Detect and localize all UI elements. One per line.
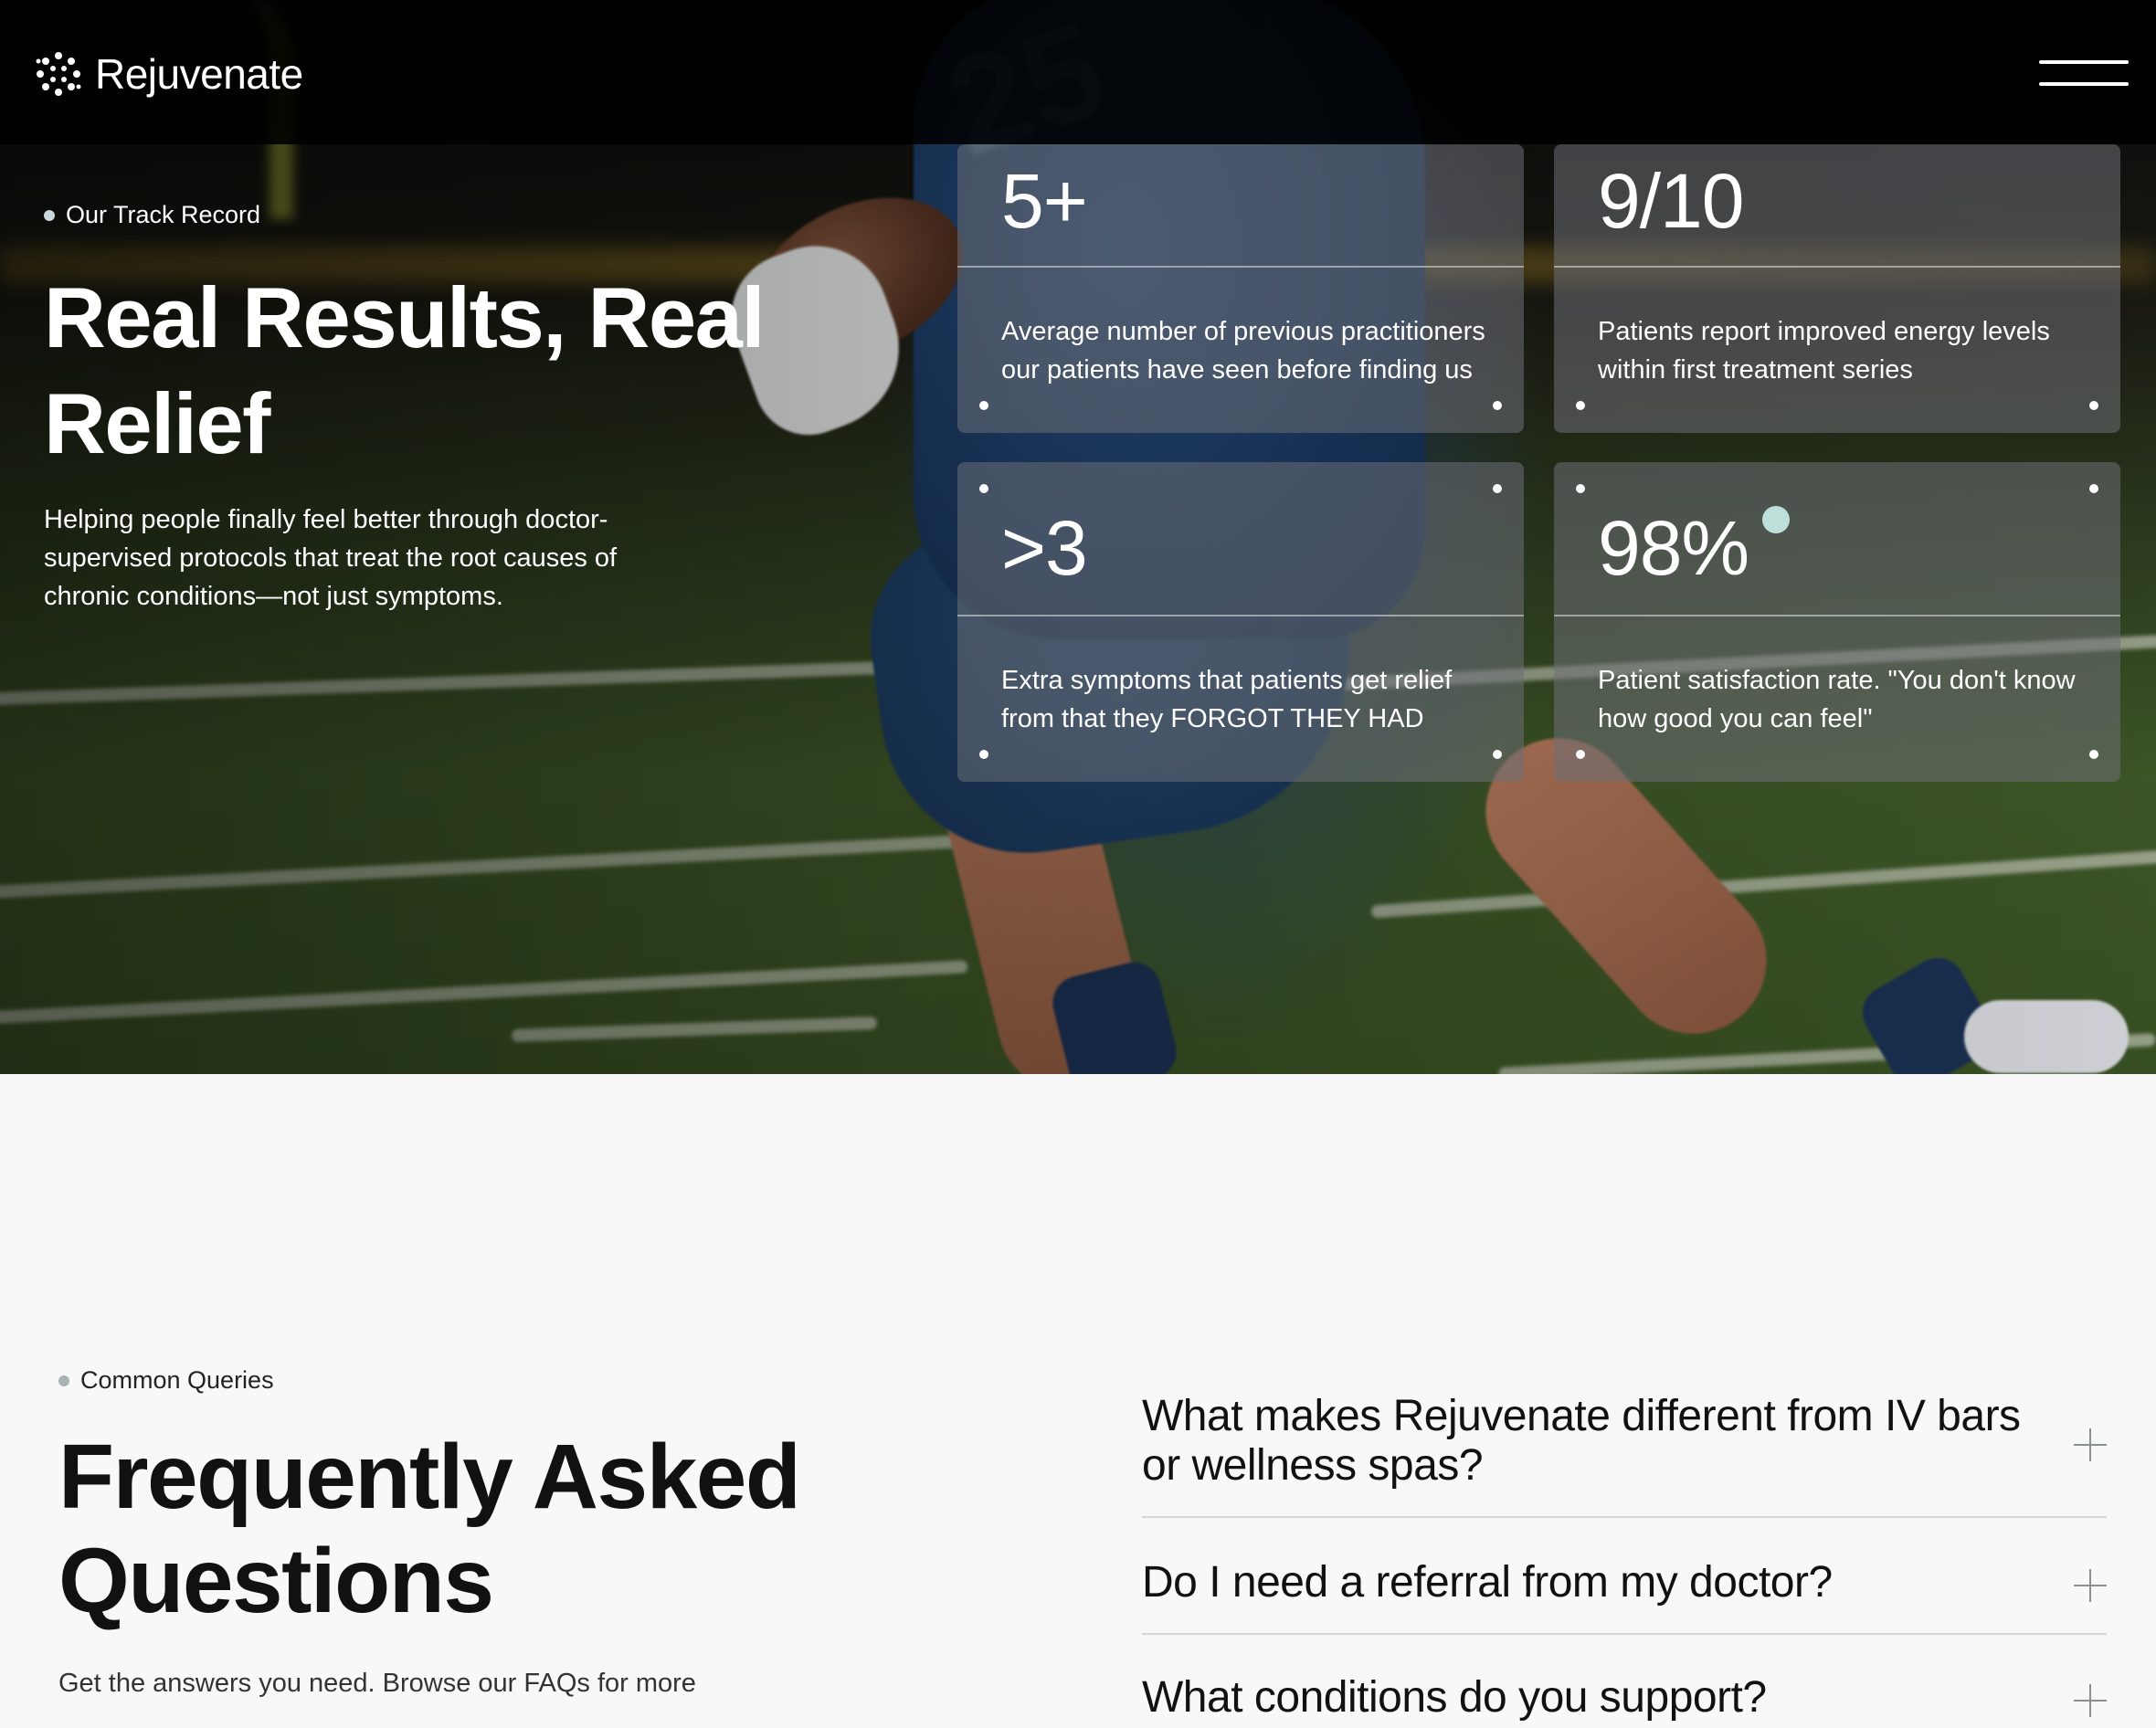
faq-question-2[interactable]: Do I need a referral from my doctor? xyxy=(1142,1558,2107,1613)
faq-title: Frequently Asked Questions xyxy=(58,1426,801,1632)
plus-icon[interactable] xyxy=(2074,1684,2107,1717)
corner-dot-icon xyxy=(979,750,988,759)
hero-subtitle: Helping people finally feel better throu… xyxy=(44,505,618,611)
bullet-dot-icon xyxy=(44,209,55,221)
stat-card: >3 Extra symptoms that patients get reli… xyxy=(957,462,1524,782)
hero-eyebrow: Our Track Record xyxy=(44,201,260,229)
corner-dot-icon xyxy=(2089,750,2098,759)
brand-logo-link[interactable]: Rejuvenate xyxy=(35,49,303,99)
card-divider xyxy=(1554,266,2120,268)
stat-card: 98% Patient satisfaction rate. "You don'… xyxy=(1554,462,2120,782)
corner-dot-icon xyxy=(1576,750,1585,759)
faq-eyebrow-label: Common Queries xyxy=(80,1366,274,1394)
faq-question-3[interactable]: What conditions do you support? xyxy=(1142,1673,2107,1728)
faq-eyebrow: Common Queries xyxy=(58,1366,274,1395)
corner-dot-icon xyxy=(2089,484,2098,493)
corner-dot-icon xyxy=(1576,484,1585,493)
card-divider xyxy=(957,266,1524,268)
stat-value: 9/10 xyxy=(1598,158,1744,244)
accent-dot-icon xyxy=(1762,506,1790,533)
stat-card: 5+ Average number of previous practition… xyxy=(957,144,1524,433)
hero-title: Real Results, Real Relief xyxy=(44,269,766,471)
card-divider xyxy=(1554,615,2120,616)
faq-question-text: What conditions do you support? xyxy=(1142,1673,1767,1722)
top-nav-bar: Rejuvenate xyxy=(0,0,2156,144)
corner-dot-icon xyxy=(979,484,988,493)
plus-icon[interactable] xyxy=(2074,1428,2107,1461)
stat-description: Patient satisfaction rate. "You don't kn… xyxy=(1598,666,2076,733)
stat-description: Patients report improved energy levels w… xyxy=(1598,317,2050,385)
stat-value: 5+ xyxy=(1001,158,1088,244)
card-divider xyxy=(957,615,1524,616)
stat-card: 9/10 Patients report improved energy lev… xyxy=(1554,144,2120,433)
stat-description: Extra symptoms that patients get relief … xyxy=(1001,666,1453,733)
stat-value: >3 xyxy=(1001,505,1088,591)
faq-question-text: What makes Rejuvenate different from IV … xyxy=(1142,1392,2021,1490)
plus-icon[interactable] xyxy=(2074,1569,2107,1602)
hero-eyebrow-label: Our Track Record xyxy=(66,201,261,228)
hamburger-menu-icon[interactable] xyxy=(2039,55,2129,91)
stat-description: Average number of previous practitioners… xyxy=(1001,317,1485,385)
corner-dot-icon xyxy=(1576,401,1585,410)
faq-subtitle: Get the answers you need. Browse our FAQ… xyxy=(58,1669,696,1698)
corner-dot-icon xyxy=(2089,401,2098,410)
faq-divider xyxy=(1142,1516,2107,1518)
faq-question-text: Do I need a referral from my doctor? xyxy=(1142,1558,1833,1607)
logo-icon xyxy=(36,52,81,96)
corner-dot-icon xyxy=(1493,401,1502,410)
faq-question-1[interactable]: What makes Rejuvenate different from IV … xyxy=(1142,1392,2107,1498)
brand-name: Rejuvenate xyxy=(95,50,303,98)
stat-value: 98% xyxy=(1598,505,1749,591)
faq-divider xyxy=(1142,1633,2107,1635)
corner-dot-icon xyxy=(1493,750,1502,759)
corner-dot-icon xyxy=(1493,484,1502,493)
corner-dot-icon xyxy=(979,401,988,410)
hero-section: 25 Our Track Record Real Results, Real R… xyxy=(0,0,2156,1074)
bullet-dot-icon xyxy=(58,1375,69,1386)
